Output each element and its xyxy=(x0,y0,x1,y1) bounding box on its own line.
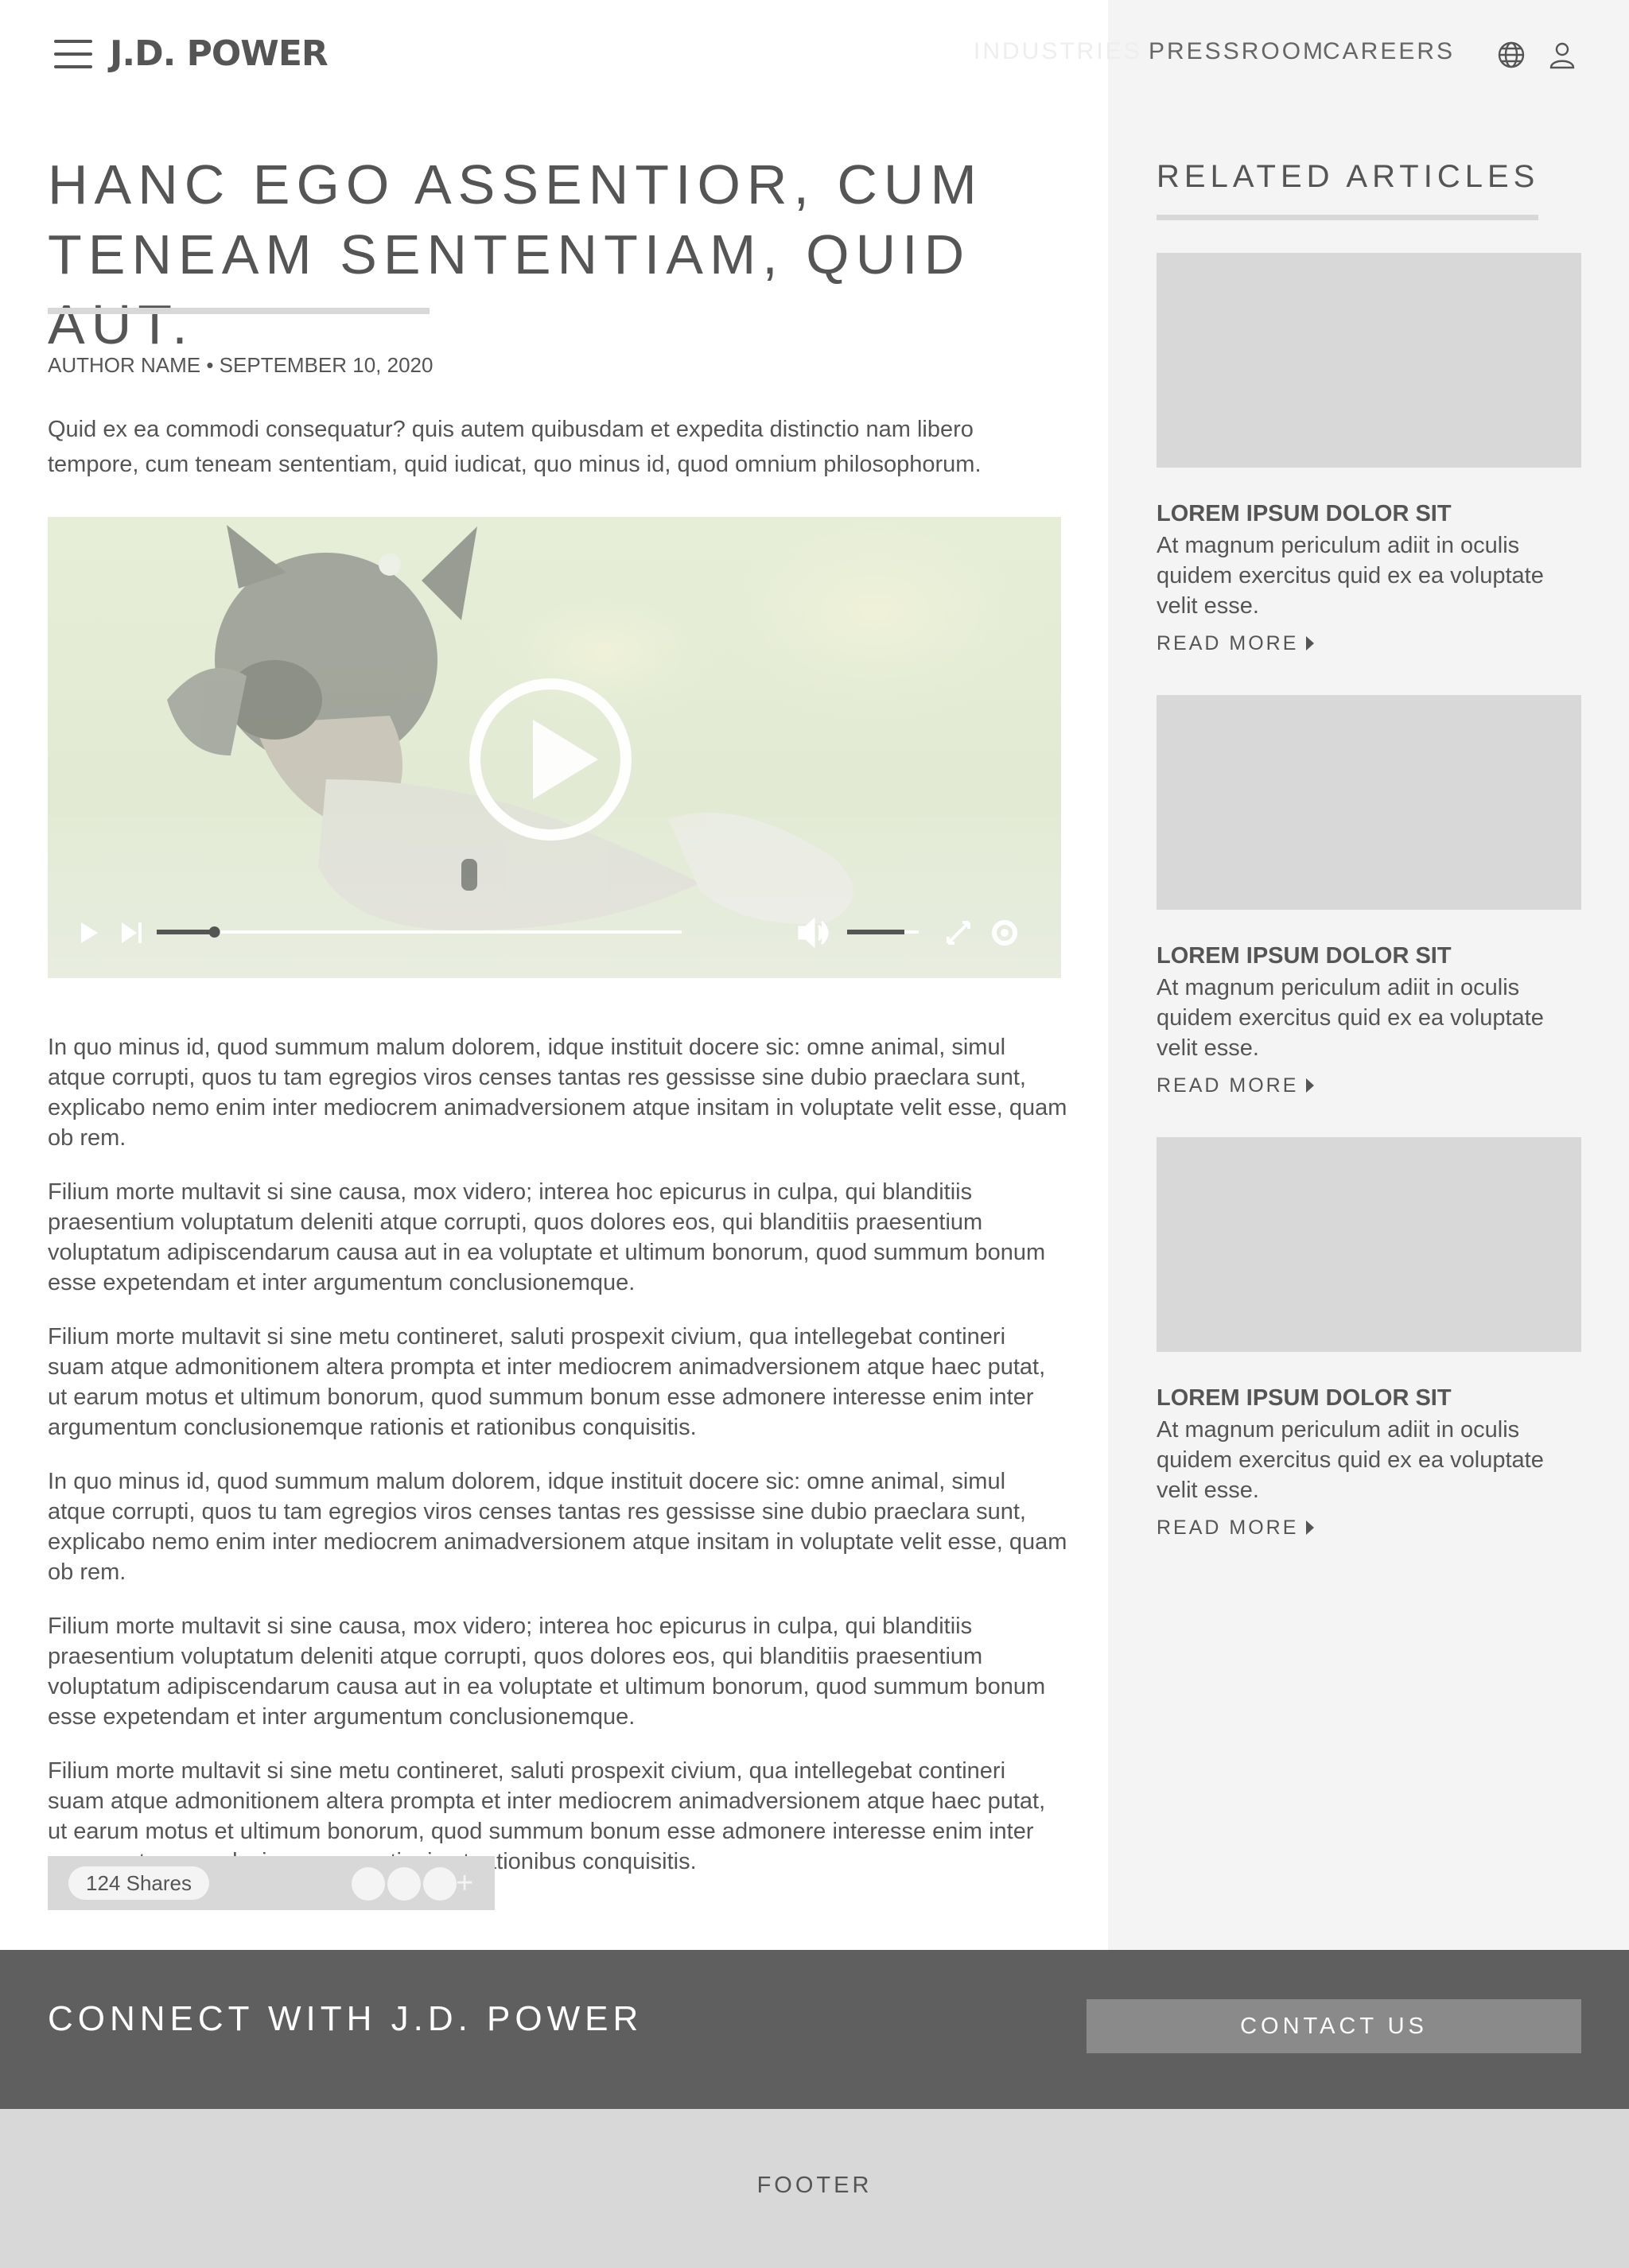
caret-right-icon xyxy=(1306,636,1315,650)
card-image-placeholder[interactable] xyxy=(1157,1137,1581,1352)
read-more-label: READ MORE xyxy=(1157,1517,1299,1539)
card-description: At magnum periculum adiit in oculis quid… xyxy=(1157,975,1544,1061)
related-card[interactable]: LOREM IPSUM DOLOR SIT At magnum periculu… xyxy=(1157,253,1581,655)
card-title[interactable]: LOREM IPSUM DOLOR SIT xyxy=(1157,501,1581,527)
progress-knob xyxy=(208,926,220,938)
volume-fill xyxy=(847,930,904,934)
caret-right-icon xyxy=(1306,1520,1315,1535)
article-title-line-2: TENEAM SENTENTIAM, QUID AUT. xyxy=(48,223,971,355)
contact-us-button[interactable]: CONTACT US xyxy=(1087,1999,1581,2053)
paragraph: Filium morte multavit si sine causa, mox… xyxy=(48,1179,1046,1295)
video-player[interactable] xyxy=(48,517,1061,978)
share-count: 124 Shares xyxy=(68,1866,209,1900)
card-image-placeholder[interactable] xyxy=(1157,253,1581,468)
related-articles-title: RELATED ARTICLES xyxy=(1157,159,1540,194)
paragraph: Filium morte multavit si sine metu conti… xyxy=(48,1324,1046,1440)
nav-pressroom[interactable]: PRESSROOM xyxy=(1149,38,1325,65)
connect-title: CONNECT WITH J.D. POWER xyxy=(48,1999,643,2038)
nav-careers[interactable]: CAREERS xyxy=(1323,38,1455,65)
connect-section: CONNECT WITH J.D. POWER CONTACT US xyxy=(0,1950,1629,2109)
progress-fill xyxy=(157,930,215,934)
read-more-link[interactable]: READ MORE xyxy=(1157,1517,1315,1540)
title-divider xyxy=(48,308,430,314)
share-bar: 124 Shares + xyxy=(48,1856,495,1910)
paragraph: Filium morte multavit si sine causa, mox… xyxy=(48,1614,1046,1730)
footer-label: FOOTER xyxy=(756,2173,873,2198)
card-description: At magnum periculum adiit in oculis quid… xyxy=(1157,1417,1544,1503)
paragraph: In quo minus id, quod summum malum dolor… xyxy=(48,1469,1067,1585)
progress-track xyxy=(157,930,682,934)
read-more-link[interactable]: READ MORE xyxy=(1157,1074,1315,1097)
card-title[interactable]: LOREM IPSUM DOLOR SIT xyxy=(1157,1385,1581,1412)
read-more-label: READ MORE xyxy=(1157,632,1299,654)
share-linkedin-icon[interactable] xyxy=(423,1867,457,1901)
read-more-label: READ MORE xyxy=(1157,1074,1299,1097)
share-more-icon[interactable]: + xyxy=(456,1866,473,1901)
menu-icon[interactable] xyxy=(54,40,92,70)
logo[interactable]: J.D. POWER xyxy=(110,33,329,74)
related-card[interactable]: LOREM IPSUM DOLOR SIT At magnum periculu… xyxy=(1157,1137,1581,1540)
paragraph: In quo minus id, quod summum malum dolor… xyxy=(48,1035,1067,1151)
caret-right-icon xyxy=(1306,1078,1315,1093)
globe-icon[interactable] xyxy=(1496,40,1526,70)
article-title-line-1: HANC EGO ASSENTIOR, CUM xyxy=(48,153,983,216)
read-more-link[interactable]: READ MORE xyxy=(1157,632,1315,655)
user-icon[interactable] xyxy=(1547,40,1577,70)
card-image-placeholder[interactable] xyxy=(1157,695,1581,910)
share-facebook-icon[interactable] xyxy=(352,1867,385,1901)
site-header: J.D. POWER INDUSTRIES PRESSROOM CAREERS xyxy=(0,0,1629,111)
card-title[interactable]: LOREM IPSUM DOLOR SIT xyxy=(1157,943,1581,969)
related-divider xyxy=(1157,215,1538,220)
share-twitter-icon[interactable] xyxy=(387,1867,421,1901)
card-description: At magnum periculum adiit in oculis quid… xyxy=(1157,533,1544,619)
nav-industries[interactable]: INDUSTRIES xyxy=(974,38,1142,65)
article-title: HANC EGO ASSENTIOR, CUM TENEAM SENTENTIA… xyxy=(48,150,1082,359)
article-lead: Quid ex ea commodi consequatur? quis aut… xyxy=(48,417,982,477)
footer: FOOTER xyxy=(0,2109,1629,2268)
related-card[interactable]: LOREM IPSUM DOLOR SIT At magnum periculu… xyxy=(1157,695,1581,1097)
article-body: In quo minus id, quod summum malum dolor… xyxy=(48,1032,1067,1901)
article-byline: AUTHOR NAME • SEPTEMBER 10, 2020 xyxy=(48,353,433,377)
